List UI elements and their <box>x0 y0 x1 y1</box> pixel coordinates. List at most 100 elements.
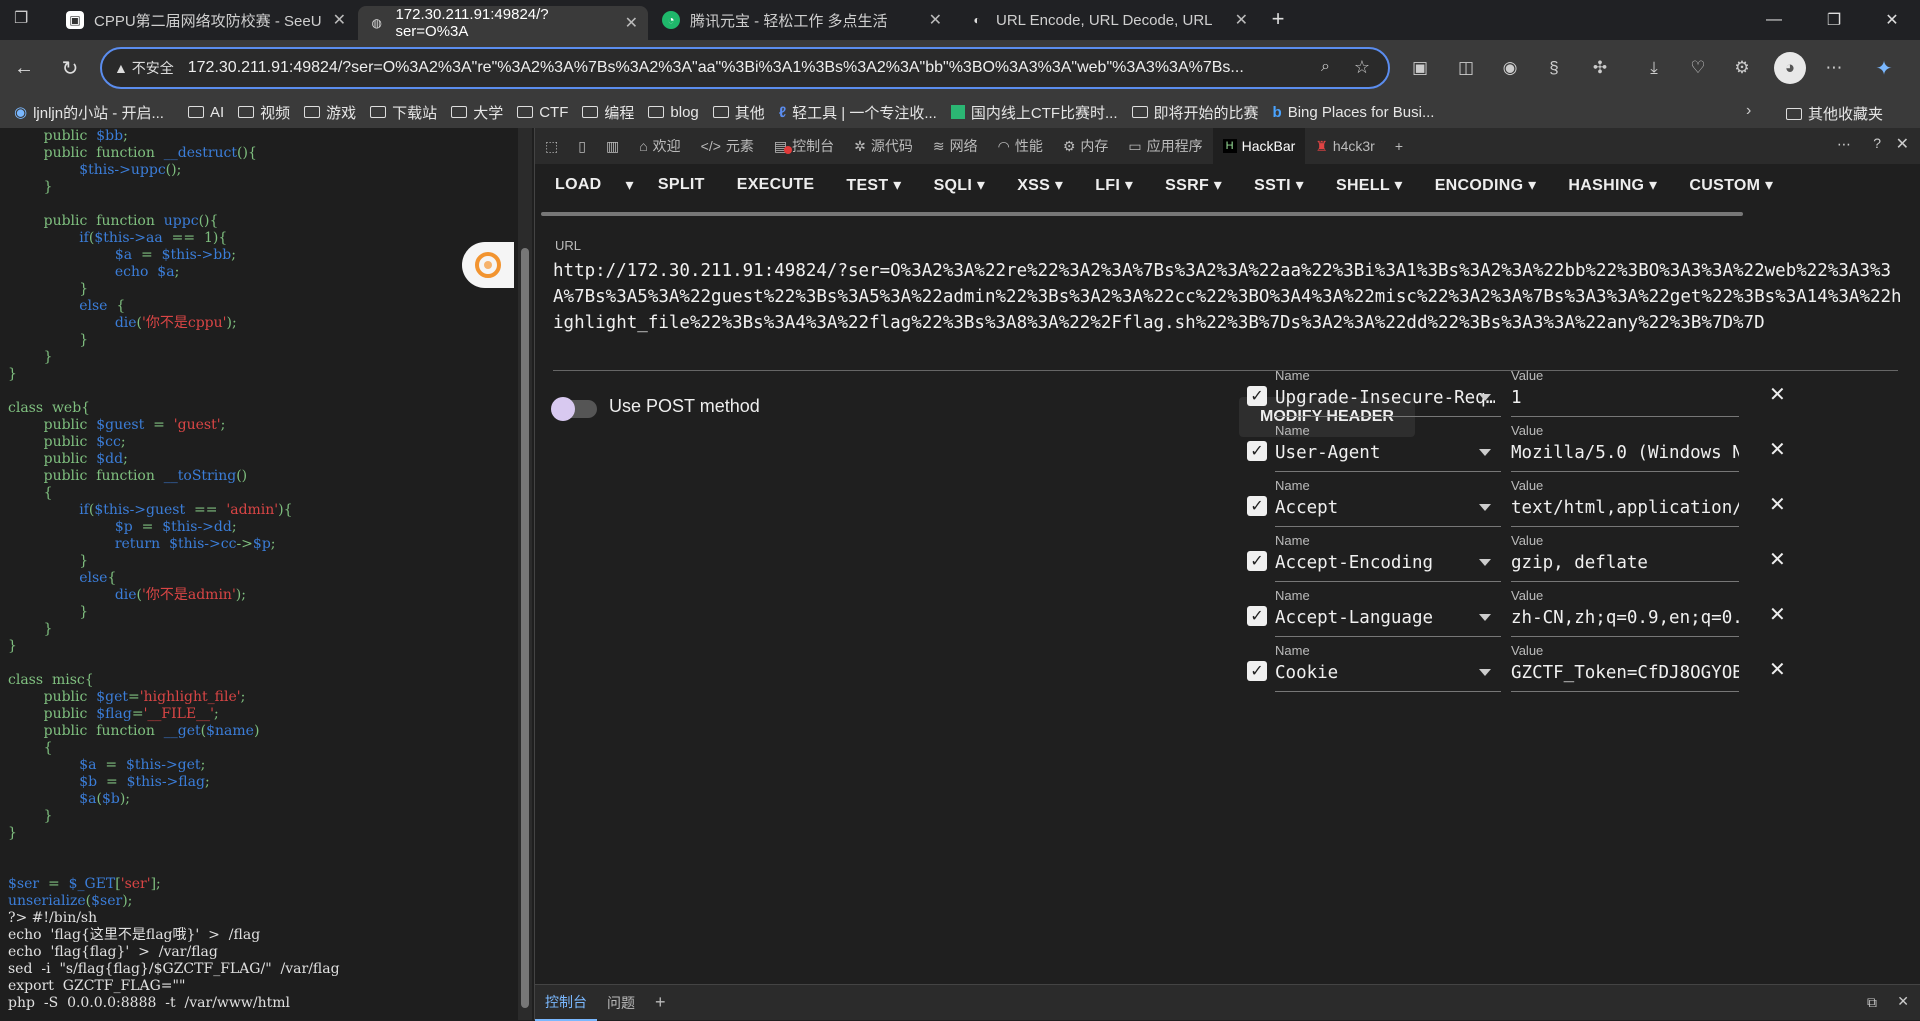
drawer-tab-issues[interactable]: 问题 <box>597 993 645 1013</box>
tab-target[interactable]: ◍ 172.30.211.91:49824/?ser=O%3A ✕ <box>358 6 648 40</box>
post-method-toggle[interactable] <box>551 397 597 421</box>
bookmark-folder-university[interactable]: 大学 <box>451 102 503 123</box>
test-menu[interactable]: TEST ▾ <box>830 175 917 195</box>
header-enabled-checkbox[interactable]: ✓ <box>1247 496 1267 516</box>
tab-elements[interactable]: </> 元素 <box>691 128 764 164</box>
address-url[interactable]: 172.30.211.91:49824/?ser=O%3A2%3A"re"%3A… <box>188 59 1244 77</box>
tab-cppu[interactable]: ▣ CPPU第二届网络攻防校赛 - SeeU ✕ <box>56 3 356 37</box>
bookmark-folder-video[interactable]: 视频 <box>238 102 290 123</box>
chevron-down-icon[interactable] <box>1479 394 1491 401</box>
close-tab-icon[interactable]: ✕ <box>333 10 346 30</box>
chevron-down-icon[interactable] <box>1479 504 1491 511</box>
chevron-down-icon[interactable] <box>1479 614 1491 621</box>
performance-heart-icon[interactable]: ♡ <box>1684 54 1712 82</box>
remove-header-icon[interactable]: ✕ <box>1769 602 1786 627</box>
tab-sources[interactable]: ✲ 源代码 <box>844 128 923 164</box>
header-value-input[interactable]: zh-CN,zh;q=0.9,en;q=0.8,en <box>1511 608 1739 628</box>
header-enabled-checkbox[interactable]: ✓ <box>1247 441 1267 461</box>
header-value-input[interactable]: GZCTF_Token=CfDJ8OGYOBdjl0 <box>1511 663 1739 683</box>
tab-urlencode[interactable]: ◐ URL Encode, URL Decode, URL De ✕ <box>958 3 1258 37</box>
ssti-menu[interactable]: SSTI ▾ <box>1238 175 1320 195</box>
browser-essentials-icon[interactable]: ⚙ <box>1728 54 1756 82</box>
tab-console[interactable]: ▤ 控制台 <box>764 128 844 164</box>
bookmark-ctf-events[interactable]: 国内线上CTF比赛时... <box>950 102 1118 123</box>
close-tab-icon[interactable]: ✕ <box>929 10 942 30</box>
address-bar[interactable]: ▲ 不安全 172.30.211.91:49824/?ser=O%3A2%3A"… <box>100 47 1390 89</box>
tab-hackbar[interactable]: H HackBar <box>1212 128 1306 164</box>
favorite-star-icon[interactable]: ☆ <box>1354 57 1370 78</box>
close-drawer-icon[interactable]: ✕ <box>1897 993 1909 1010</box>
encoding-menu[interactable]: ENCODING ▾ <box>1419 175 1553 195</box>
tab-application[interactable]: ▭ 应用程序 <box>1118 128 1212 164</box>
add-drawer-tab-icon[interactable]: + <box>645 992 676 1013</box>
header-value-input[interactable]: text/html,application/xhtm <box>1511 498 1739 518</box>
scrollbar-thumb[interactable] <box>521 248 529 1008</box>
load-button[interactable]: LOAD <box>535 176 618 194</box>
tab-performance[interactable]: ◠ 性能 <box>988 128 1053 164</box>
bookmark-folder-upcoming[interactable]: 即将开始的比赛 <box>1131 102 1259 123</box>
dock-sidebar-icon[interactable]: ▥ <box>596 128 629 164</box>
chevron-down-icon[interactable] <box>1479 669 1491 676</box>
close-window-button[interactable]: ✕ <box>1864 0 1920 40</box>
hashing-menu[interactable]: HASHING ▾ <box>1552 175 1673 195</box>
insecure-warning-icon[interactable]: ▲ 不安全 <box>114 58 174 78</box>
header-name-select[interactable]: Accept-Encoding <box>1275 553 1495 573</box>
drawer-tab-console[interactable]: 控制台 <box>535 985 597 1021</box>
url-textarea[interactable]: http://172.30.211.91:49824/?ser=O%3A2%3A… <box>553 258 1903 336</box>
extension-s-icon[interactable]: § <box>1540 54 1568 82</box>
sqli-menu[interactable]: SQLI ▾ <box>918 175 1002 195</box>
header-enabled-checkbox[interactable]: ✓ <box>1247 661 1267 681</box>
bookmark-folder-other[interactable]: 其他 <box>712 102 765 123</box>
bookmark-folder-games[interactable]: 游戏 <box>304 102 356 123</box>
extension-glasses-icon[interactable]: ◉ <box>1496 54 1524 82</box>
ssrf-menu[interactable]: SSRF ▾ <box>1149 175 1238 195</box>
bookmark-ljnljn[interactable]: ◉ ljnljn的小站 - 开启... <box>14 102 164 123</box>
add-tab-icon[interactable]: + <box>1385 128 1413 164</box>
device-toolbar-icon[interactable]: ▯ <box>568 128 596 164</box>
downloads-icon[interactable]: ⤓ <box>1640 54 1668 82</box>
new-tab-button[interactable]: + <box>1264 6 1292 34</box>
minimize-button[interactable]: — <box>1746 0 1802 40</box>
remove-header-icon[interactable]: ✕ <box>1769 492 1786 517</box>
header-value-input[interactable]: 1 <box>1511 388 1739 408</box>
remove-header-icon[interactable]: ✕ <box>1769 382 1786 407</box>
split-button[interactable]: SPLIT <box>642 176 721 194</box>
header-name-select[interactable]: Accept-Language <box>1275 608 1495 628</box>
tab-yuanbao[interactable]: ◔ 腾讯元宝 - 轻松工作 多点生活 ✕ <box>652 3 952 37</box>
inspect-element-icon[interactable]: ⬚ <box>535 128 568 164</box>
load-dropdown-caret-icon[interactable]: ▾ <box>618 175 642 195</box>
reader-mode-icon[interactable]: ▣ <box>1406 54 1434 82</box>
chevron-down-icon[interactable] <box>1479 449 1491 456</box>
header-value-input[interactable]: gzip, deflate <box>1511 553 1739 573</box>
more-menu-icon[interactable]: ⋯ <box>1820 54 1848 82</box>
bookmark-qinggongju[interactable]: ℓ 轻工具 | 一个专注收... <box>779 102 937 123</box>
menu-horizontal-scrollbar[interactable] <box>541 212 1743 216</box>
remove-header-icon[interactable]: ✕ <box>1769 547 1786 572</box>
shell-menu[interactable]: SHELL ▾ <box>1320 175 1419 195</box>
lfi-menu[interactable]: LFI ▾ <box>1079 175 1149 195</box>
zoom-icon[interactable]: ⌕ <box>1321 58 1330 76</box>
header-value-input[interactable]: Mozilla/5.0 (Windows NT 10 <box>1511 443 1739 463</box>
tab-welcome[interactable]: ⌂ 欢迎 <box>629 128 690 164</box>
header-name-select[interactable]: User-Agent <box>1275 443 1495 463</box>
close-devtools-icon[interactable]: ✕ <box>1896 134 1909 154</box>
tab-memory[interactable]: ⚙ 内存 <box>1053 128 1119 164</box>
bookmark-other-favorites[interactable]: 其他收藏夹 <box>1786 103 1883 124</box>
restore-button[interactable]: ❐ <box>1806 0 1862 40</box>
floating-assistant-button[interactable] <box>462 242 514 288</box>
header-name-select[interactable]: Accept <box>1275 498 1495 518</box>
header-name-select[interactable]: Upgrade-Insecure-Req… <box>1275 388 1495 408</box>
custom-menu[interactable]: CUSTOM ▾ <box>1673 175 1789 195</box>
header-enabled-checkbox[interactable]: ✓ <box>1247 386 1267 406</box>
remove-header-icon[interactable]: ✕ <box>1769 437 1786 462</box>
bookmark-folder-blog[interactable]: blog <box>648 104 699 121</box>
execute-button[interactable]: EXECUTE <box>721 176 831 194</box>
undock-drawer-icon[interactable]: ⧉ <box>1867 994 1877 1011</box>
page-scrollbar[interactable] <box>518 128 532 1020</box>
copilot-icon[interactable]: ✦ <box>1870 54 1898 82</box>
chevron-down-icon[interactable] <box>1479 559 1491 566</box>
bookmark-bing-places[interactable]: b Bing Places for Busi... <box>1273 104 1435 121</box>
workspaces-icon[interactable]: ❐ <box>14 8 38 32</box>
bookmark-folder-programming[interactable]: 编程 <box>582 102 634 123</box>
help-icon[interactable]: ? <box>1873 135 1881 151</box>
